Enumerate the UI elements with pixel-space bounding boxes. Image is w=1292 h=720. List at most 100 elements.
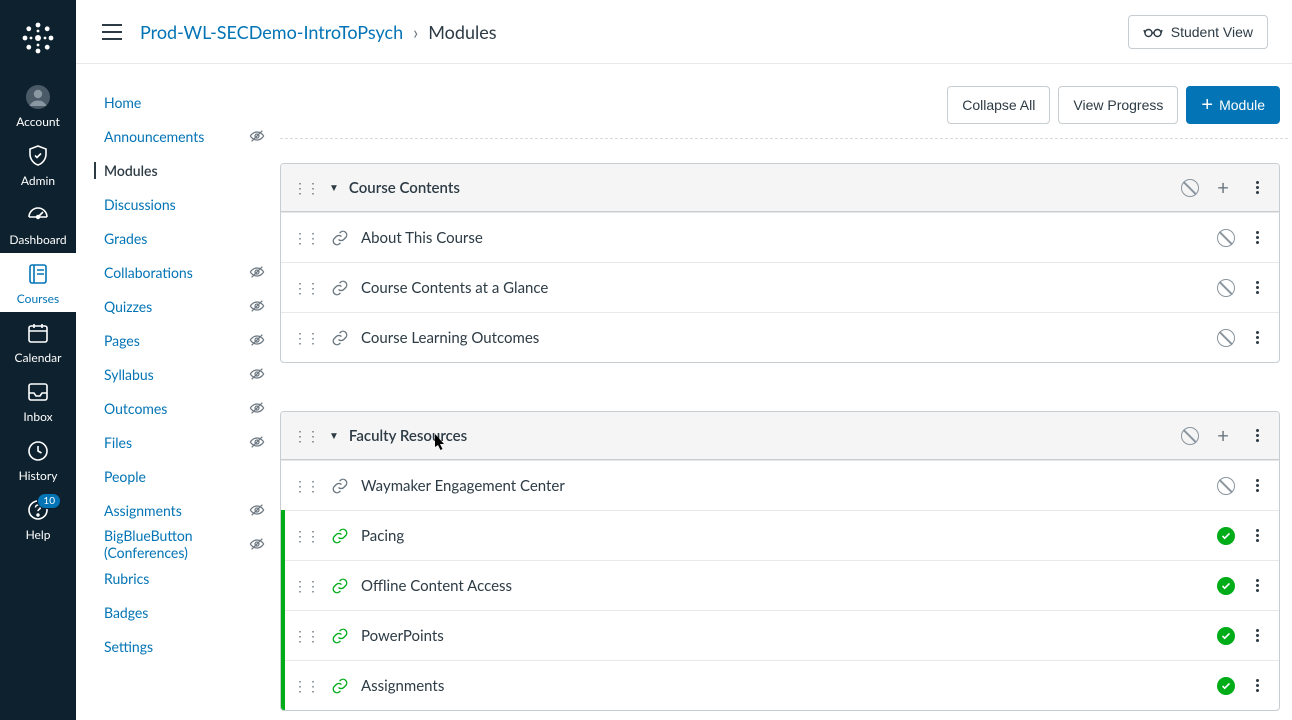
coursenav-link[interactable]: Syllabus: [96, 366, 248, 383]
coursenav-link[interactable]: Badges: [96, 604, 266, 621]
coursenav-link[interactable]: Rubrics: [96, 570, 266, 587]
coursenav-link[interactable]: Outcomes: [96, 400, 248, 417]
drag-handle-icon[interactable]: ⋮⋮: [293, 477, 319, 495]
unpublished-icon[interactable]: [1217, 229, 1235, 247]
nav-courses[interactable]: Courses: [0, 253, 76, 312]
drag-handle-icon[interactable]: ⋮⋮: [293, 427, 319, 445]
top-bar: Prod-WL-SECDemo-IntroToPsych › Modules S…: [76, 0, 1292, 64]
link-icon: [331, 279, 349, 297]
published-icon[interactable]: [1217, 577, 1235, 595]
drag-handle-icon[interactable]: ⋮⋮: [293, 577, 319, 595]
coursenav-item[interactable]: Rubrics: [96, 561, 266, 595]
coursenav-item[interactable]: Assignments: [96, 493, 266, 527]
brand-logo[interactable]: [0, 0, 76, 76]
plus-icon: +: [1217, 178, 1229, 198]
coursenav-item[interactable]: Announcements: [96, 119, 266, 153]
unpublished-icon[interactable]: [1181, 179, 1199, 197]
coursenav-link[interactable]: People: [96, 468, 266, 485]
kebab-menu-icon[interactable]: [1247, 577, 1267, 594]
view-progress-button[interactable]: View Progress: [1058, 86, 1178, 124]
module-item-title[interactable]: Pacing: [361, 527, 404, 545]
breadcrumb-course[interactable]: Prod-WL-SECDemo-IntroToPsych: [140, 21, 403, 43]
coursenav-item[interactable]: Grades: [96, 221, 266, 255]
coursenav-link[interactable]: Announcements: [96, 128, 248, 145]
module-item: ⋮⋮ Course Learning Outcomes: [281, 312, 1279, 362]
drag-handle-icon[interactable]: ⋮⋮: [293, 279, 319, 297]
nav-account[interactable]: Account: [0, 76, 76, 135]
caret-down-icon[interactable]: ▼: [329, 430, 339, 442]
collapse-all-button[interactable]: Collapse All: [947, 86, 1050, 124]
module-item-title[interactable]: Assignments: [361, 677, 444, 695]
coursenav-item[interactable]: Collaborations: [96, 255, 266, 289]
drag-handle-icon[interactable]: ⋮⋮: [293, 179, 319, 197]
add-item-button[interactable]: +: [1209, 174, 1237, 202]
hamburger-button[interactable]: [98, 18, 126, 46]
coursenav-item[interactable]: Pages: [96, 323, 266, 357]
module-item-title[interactable]: About This Course: [361, 229, 483, 247]
module-title[interactable]: Course Contents: [349, 179, 460, 197]
kebab-menu-icon[interactable]: [1247, 279, 1267, 296]
nav-calendar[interactable]: Calendar: [0, 312, 76, 371]
add-module-button[interactable]: + Module: [1186, 86, 1280, 124]
kebab-menu-icon[interactable]: [1247, 427, 1267, 444]
published-icon[interactable]: [1217, 527, 1235, 545]
drag-handle-icon[interactable]: ⋮⋮: [293, 229, 319, 247]
coursenav-link[interactable]: Quizzes: [96, 298, 248, 315]
coursenav-item[interactable]: Outcomes: [96, 391, 266, 425]
coursenav-link[interactable]: Discussions: [96, 196, 266, 213]
drag-handle-icon[interactable]: ⋮⋮: [293, 677, 319, 695]
add-item-button[interactable]: +: [1209, 422, 1237, 450]
kebab-menu-icon[interactable]: [1247, 179, 1267, 196]
coursenav-link[interactable]: Settings: [96, 638, 266, 655]
published-icon[interactable]: [1217, 627, 1235, 645]
coursenav-item[interactable]: People: [96, 459, 266, 493]
coursenav-item[interactable]: Syllabus: [96, 357, 266, 391]
kebab-menu-icon[interactable]: [1247, 527, 1267, 544]
coursenav-item[interactable]: Files: [96, 425, 266, 459]
kebab-menu-icon[interactable]: [1247, 329, 1267, 346]
drag-handle-icon[interactable]: ⋮⋮: [293, 329, 319, 347]
student-view-button[interactable]: Student View: [1128, 15, 1268, 49]
coursenav-link[interactable]: Files: [96, 434, 248, 451]
coursenav-item[interactable]: Settings: [96, 629, 266, 663]
drag-handle-icon[interactable]: ⋮⋮: [293, 627, 319, 645]
kebab-menu-icon[interactable]: [1247, 627, 1267, 644]
nav-account-label: Account: [16, 114, 60, 129]
unpublished-icon[interactable]: [1217, 279, 1235, 297]
coursenav-item[interactable]: Home: [96, 85, 266, 119]
user-avatar-icon: [25, 84, 51, 110]
coursenav-link[interactable]: Grades: [96, 230, 266, 247]
caret-down-icon[interactable]: ▼: [329, 182, 339, 194]
coursenav-item[interactable]: Modules: [96, 153, 266, 187]
coursenav-item[interactable]: Badges: [96, 595, 266, 629]
help-icon: 10: [25, 497, 51, 523]
module-item-title[interactable]: Offline Content Access: [361, 577, 512, 595]
coursenav-item[interactable]: BigBlueButton (Conferences): [96, 527, 266, 561]
nav-help[interactable]: 10 Help: [0, 489, 76, 548]
coursenav-link[interactable]: Collaborations: [96, 264, 248, 281]
coursenav-link[interactable]: BigBlueButton (Conferences): [96, 527, 248, 561]
nav-admin[interactable]: Admin: [0, 135, 76, 194]
module-title[interactable]: Faculty Resources: [349, 427, 467, 445]
nav-inbox[interactable]: Inbox: [0, 371, 76, 430]
unpublished-icon[interactable]: [1181, 427, 1199, 445]
coursenav-link[interactable]: Home: [96, 94, 266, 111]
coursenav-link[interactable]: Pages: [96, 332, 248, 349]
nav-dashboard[interactable]: Dashboard: [0, 194, 76, 253]
unpublished-icon[interactable]: [1217, 477, 1235, 495]
nav-history[interactable]: History: [0, 430, 76, 489]
kebab-menu-icon[interactable]: [1247, 677, 1267, 694]
kebab-menu-icon[interactable]: [1247, 229, 1267, 246]
coursenav-item[interactable]: Discussions: [96, 187, 266, 221]
module-item-title[interactable]: PowerPoints: [361, 627, 444, 645]
unpublished-icon[interactable]: [1217, 329, 1235, 347]
coursenav-link[interactable]: Modules: [94, 162, 266, 179]
coursenav-link[interactable]: Assignments: [96, 502, 248, 519]
module-item-title[interactable]: Waymaker Engagement Center: [361, 477, 565, 495]
published-icon[interactable]: [1217, 677, 1235, 695]
module-item-title[interactable]: Course Learning Outcomes: [361, 329, 539, 347]
kebab-menu-icon[interactable]: [1247, 477, 1267, 494]
module-item-title[interactable]: Course Contents at a Glance: [361, 279, 548, 297]
drag-handle-icon[interactable]: ⋮⋮: [293, 527, 319, 545]
coursenav-item[interactable]: Quizzes: [96, 289, 266, 323]
